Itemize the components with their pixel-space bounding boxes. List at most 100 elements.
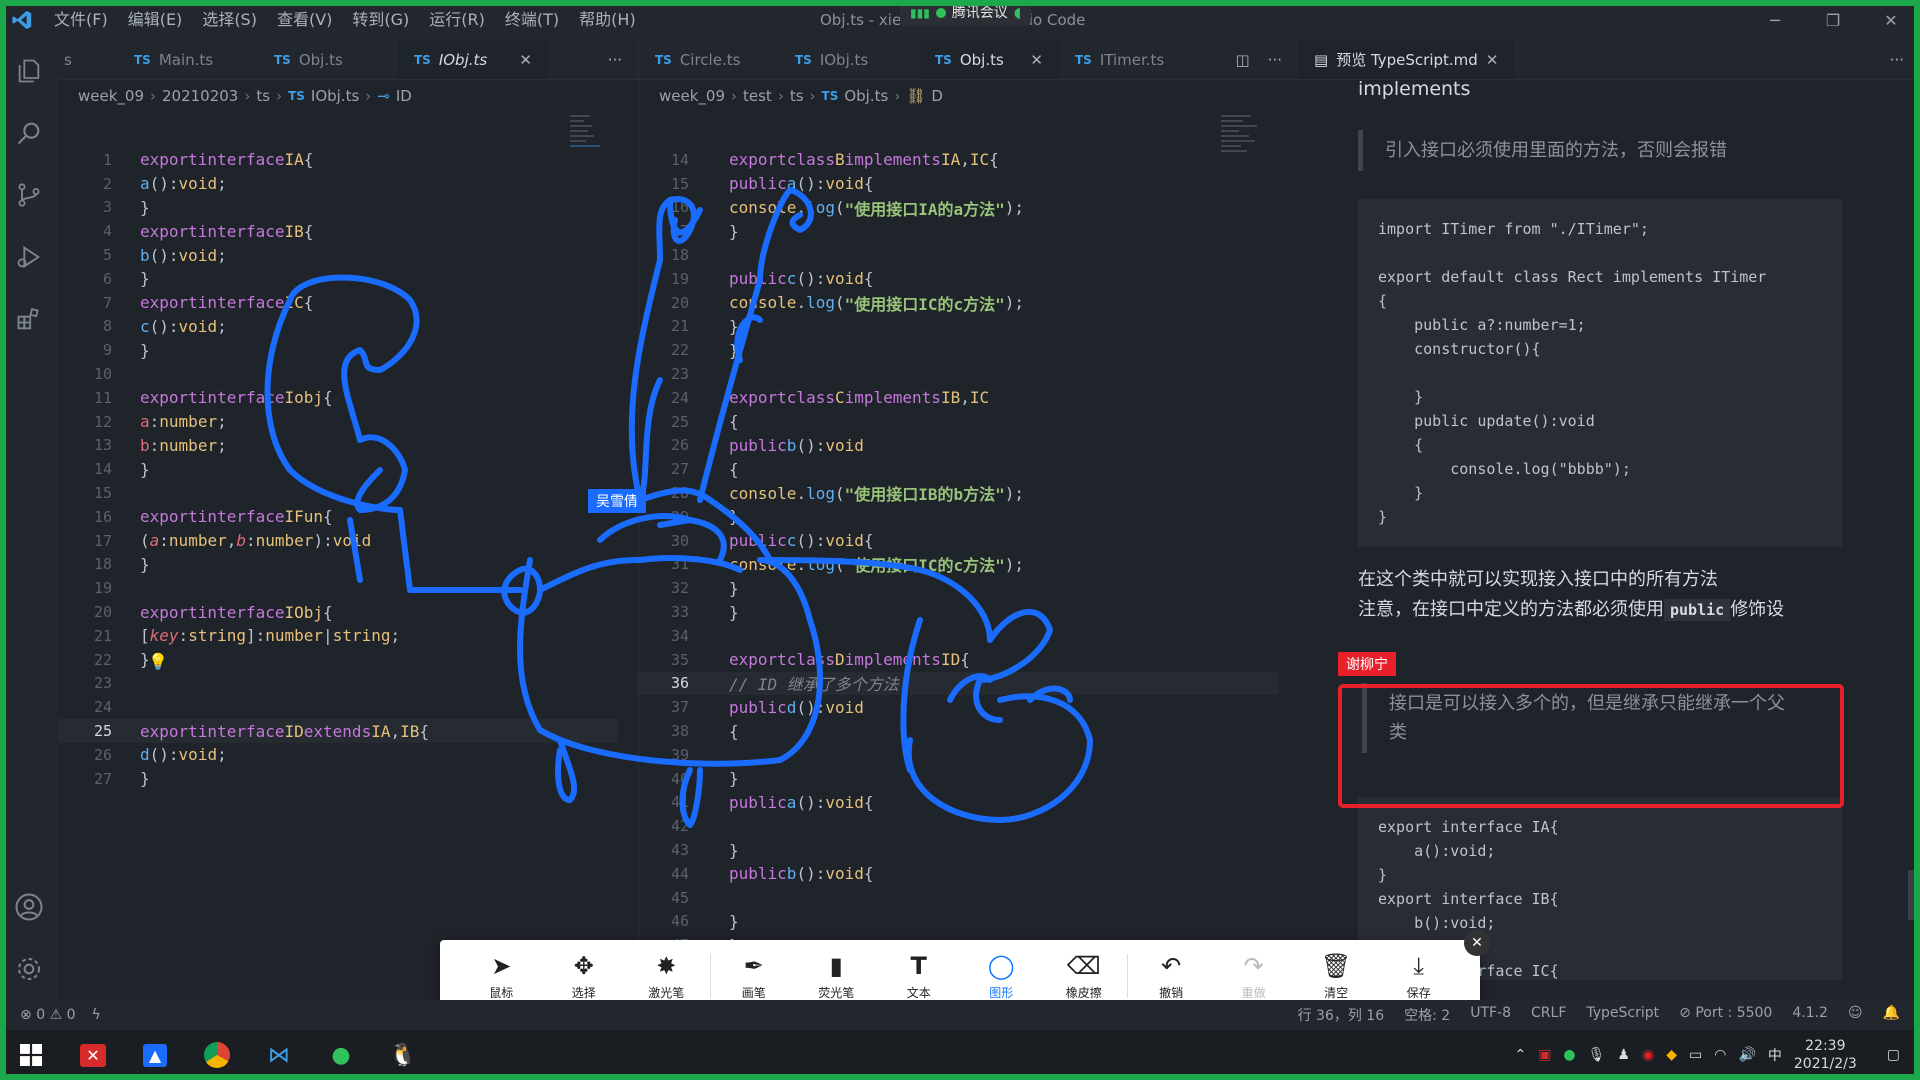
live-server-port[interactable]: ⊘ Port : 5500	[1679, 1005, 1772, 1025]
code-editor-left[interactable]: 1 export interface IA{ 2 a (): void; 3} 4 ex…	[58, 148, 618, 791]
breadcrumb-item[interactable]: week_09	[659, 87, 725, 105]
tab-obj-2[interactable]: TS Obj.ts ✕	[919, 40, 1059, 79]
restore-icon[interactable]: ❐	[1804, 0, 1862, 40]
netease-tray-icon[interactable]: ◉	[1642, 1047, 1654, 1063]
tab-iobj[interactable]: TS IObj.ts ✕	[398, 40, 548, 79]
tool-pen[interactable]: ✒ 画笔	[712, 952, 795, 1001]
tool-shape[interactable]: ◯ 图形	[960, 952, 1043, 1001]
tab-obj[interactable]: TS Obj.ts	[258, 40, 398, 79]
breadcrumb-item[interactable]: 20210203	[162, 87, 238, 105]
clock[interactable]: 22:39 2021/2/3	[1794, 1037, 1857, 1073]
menu-help[interactable]: 帮助(H)	[569, 0, 646, 40]
account-icon[interactable]	[0, 876, 58, 938]
battery-icon[interactable]: ▭	[1689, 1047, 1702, 1063]
ts-version[interactable]: 4.1.2	[1792, 1005, 1828, 1025]
menu-edit[interactable]: 编辑(E)	[118, 0, 193, 40]
mic-tray-icon[interactable]: 🎙	[1588, 1047, 1606, 1063]
wechat-tray-icon[interactable]: ●	[1563, 1047, 1575, 1063]
wechat-app-icon[interactable]: ●	[310, 1030, 372, 1080]
tray-app-icon[interactable]: ♟	[1617, 1047, 1630, 1063]
tab-preview[interactable]: ▤ 预览 TypeScript.md ✕	[1298, 40, 1515, 79]
problems-indicator[interactable]: ⊗ 0 ⚠ 0	[20, 1007, 76, 1023]
indentation[interactable]: 空格: 2	[1404, 1005, 1450, 1025]
editor-pane-middle: TS Circle.ts TS IObj.ts TS Obj.ts ✕ TS ITimer…	[638, 40, 1298, 1000]
tool-text[interactable]: T 文本	[877, 952, 960, 1001]
feedback-icon[interactable]: ☺	[1848, 1005, 1863, 1025]
more-actions-icon[interactable]: ···	[1268, 51, 1282, 69]
menu-terminal[interactable]: 终端(T)	[495, 0, 569, 40]
preview-content[interactable]: implements 引入接口必须使用里面的方法，否则会报错 import IT…	[1358, 80, 1888, 980]
encoding[interactable]: UTF-8	[1470, 1005, 1511, 1025]
menu-go[interactable]: 转到(G)	[342, 0, 419, 40]
scrollbar-thumb[interactable]	[1908, 870, 1916, 920]
tray-app-icon[interactable]: ▣	[1538, 1047, 1551, 1063]
more-actions-icon[interactable]: ···	[608, 51, 622, 69]
no-entry-icon: ⊘	[1679, 1005, 1691, 1021]
settings-gear-icon[interactable]	[0, 938, 58, 1000]
tray-expand-icon[interactable]: ⌃	[1514, 1047, 1526, 1063]
tool-select[interactable]: ✥ 选择	[543, 952, 626, 1001]
lightning-icon[interactable]: ϟ	[92, 1007, 101, 1023]
more-actions-icon[interactable]: ···	[1890, 51, 1904, 69]
close-window-icon[interactable]: ✕	[1862, 0, 1920, 40]
breadcrumb-item[interactable]: ts	[256, 87, 270, 105]
extensions-icon[interactable]	[0, 288, 58, 350]
tab-itimer[interactable]: TS ITimer.ts	[1059, 40, 1180, 79]
breadcrumb-item[interactable]: week_09	[78, 87, 144, 105]
qq-app-icon[interactable]: 🐧	[372, 1030, 434, 1080]
toolbar-divider	[709, 954, 711, 998]
tab-overflow[interactable]: s	[58, 40, 118, 79]
breadcrumb-item[interactable]: ID	[396, 87, 412, 105]
breadcrumb-item[interactable]: Obj.ts	[844, 87, 888, 105]
breadcrumb-item[interactable]: ts	[790, 87, 804, 105]
move-icon: ✥	[573, 951, 594, 980]
tool-redo[interactable]: ↷ 重做	[1212, 952, 1295, 1001]
language-mode[interactable]: TypeScript	[1586, 1005, 1659, 1025]
minimap-middle[interactable]	[1221, 112, 1265, 192]
tool-highlighter[interactable]: ▮ 荧光笔	[795, 952, 878, 1001]
breadcrumb-item[interactable]: IObj.ts	[311, 87, 359, 105]
line-endings[interactable]: CRLF	[1531, 1005, 1566, 1025]
explorer-icon[interactable]	[0, 40, 58, 102]
close-tab-icon[interactable]: ✕	[519, 51, 532, 69]
cursor-position[interactable]: 行 36，列 16	[1298, 1005, 1385, 1025]
notifications-icon[interactable]: 🔔	[1883, 1005, 1900, 1025]
tab-main[interactable]: TS Main.ts	[118, 40, 258, 79]
search-icon[interactable]	[0, 102, 58, 164]
tool-eraser[interactable]: ⌫ 橡皮擦	[1042, 952, 1125, 1001]
tab-circle[interactable]: TS Circle.ts	[639, 40, 779, 79]
split-editor-icon[interactable]: ◫	[1236, 51, 1250, 69]
ime-indicator[interactable]: 中	[1768, 1045, 1782, 1065]
menu-view[interactable]: 查看(V)	[267, 0, 342, 40]
breadcrumb-item[interactable]: D	[931, 87, 943, 105]
windows-start-icon[interactable]	[0, 1030, 62, 1080]
chrome-app-icon[interactable]	[186, 1030, 248, 1080]
breadcrumb-item[interactable]: test	[743, 87, 772, 105]
volume-icon[interactable]: 🔊	[1738, 1047, 1755, 1063]
menu-run[interactable]: 运行(R)	[419, 0, 495, 40]
meeting-indicator[interactable]: ▮▮▮ 腾讯会议 ◖	[900, 0, 1032, 26]
wifi-icon[interactable]: ◠	[1714, 1047, 1726, 1063]
action-center-icon[interactable]: ▢	[1887, 1047, 1900, 1063]
tool-mouse[interactable]: ➤ 鼠标	[460, 952, 543, 1001]
tool-laser[interactable]: ✸ 激光笔	[625, 952, 708, 1001]
tool-clear[interactable]: 🗑 清空	[1295, 952, 1378, 1001]
tab-iobj-2[interactable]: TS IObj.ts	[779, 40, 919, 79]
tool-undo[interactable]: ↶ 撤销	[1130, 952, 1213, 1001]
close-tab-icon[interactable]: ✕	[1486, 51, 1499, 69]
close-toolbar-icon[interactable]: ✕	[1464, 930, 1490, 956]
menu-selection[interactable]: 选择(S)	[192, 0, 267, 40]
source-control-icon[interactable]	[0, 164, 58, 226]
run-debug-icon[interactable]	[0, 226, 58, 288]
close-tab-icon[interactable]: ✕	[1030, 51, 1043, 69]
tool-save[interactable]: ⤓ 保存	[1377, 952, 1460, 1001]
vscode-app-icon[interactable]: ⋈	[248, 1030, 310, 1080]
menu-file[interactable]: 文件(F)	[44, 0, 118, 40]
meeting-app-icon[interactable]: ▲	[124, 1030, 186, 1080]
xmind-app-icon[interactable]: ✕	[62, 1030, 124, 1080]
minimize-icon[interactable]: ─	[1746, 0, 1804, 40]
tray-app-icon[interactable]: ◆	[1666, 1047, 1677, 1063]
minimap-left[interactable]	[570, 112, 614, 192]
code-editor-middle[interactable]: 14 export class B implements IA, IC{ 15 pu…	[639, 148, 1279, 957]
lightbulb-icon[interactable]: 💡	[148, 652, 168, 671]
